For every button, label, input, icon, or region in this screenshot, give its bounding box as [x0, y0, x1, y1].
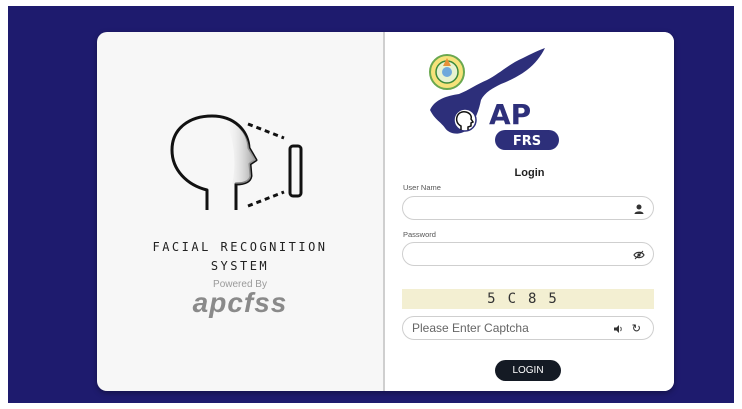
captcha-code: 5C85 — [402, 289, 654, 309]
captcha-placeholder: Please Enter Captcha — [412, 321, 529, 335]
login-panel: AP FRS Login User Name Password 5C85 Ple… — [385, 32, 674, 391]
ap-frs-logo: AP FRS — [429, 48, 559, 150]
face-scan-illustration — [170, 114, 303, 210]
system-title-line1: FACIAL RECOGNITION — [152, 240, 328, 254]
login-button[interactable]: LOGIN — [495, 360, 561, 381]
captcha-input[interactable]: Please Enter Captcha ↻ — [402, 316, 654, 340]
state-emblem-icon — [429, 54, 465, 90]
eye-icon[interactable] — [633, 249, 645, 261]
speaker-icon[interactable] — [614, 325, 623, 333]
username-field[interactable] — [402, 196, 654, 220]
system-title-line2: SYSTEM — [210, 259, 270, 273]
user-icon — [634, 204, 644, 214]
logo-abbr-text: AP — [489, 98, 531, 131]
login-card: FACIAL RECOGNITION SYSTEM Powered By apc… — [97, 32, 674, 391]
password-field[interactable] — [402, 242, 654, 266]
login-heading: Login — [514, 167, 545, 179]
refresh-icon[interactable]: ↻ — [632, 322, 641, 335]
username-label: User Name — [403, 183, 441, 192]
apcfss-logo: apcfss — [192, 287, 288, 318]
logo-sub-text: FRS — [513, 134, 541, 149]
password-label: Password — [403, 230, 436, 239]
